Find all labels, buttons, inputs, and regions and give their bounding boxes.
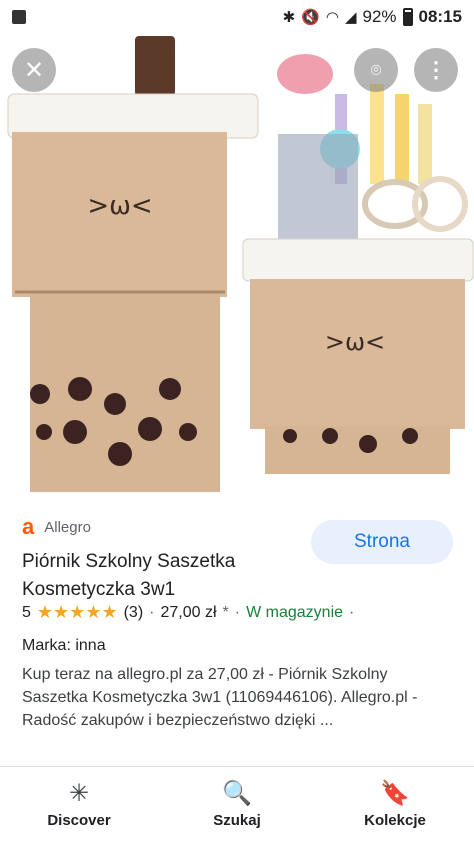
asterisk-icon: ✳ <box>68 780 90 807</box>
status-left <box>12 10 26 24</box>
product-title[interactable]: Piórnik Szkolny Saszetka Kosmetyczka 3w1 <box>22 548 302 604</box>
separator: · <box>234 603 241 621</box>
mute-icon: 🔇 <box>301 8 320 26</box>
more-vert-icon: ⋮ <box>425 57 447 82</box>
product-illustration: >ω< >ω< <box>7 36 474 492</box>
bookmark-icon: 🔖 <box>380 780 410 807</box>
price-marker: * <box>222 603 229 621</box>
left-pencil-case: >ω< <box>7 36 259 492</box>
status-bar: ✱ 🔇 ◠ ◢ 92% 08:15 <box>0 0 474 34</box>
signal-icon: ◢ <box>344 8 357 26</box>
rating-count: (3) <box>123 603 144 621</box>
lens-button[interactable]: ⌾ <box>354 48 398 92</box>
product-image[interactable]: >ω< >ω< ✕ ⌾ ⋮ <box>0 34 474 492</box>
source-row[interactable]: a Allegro <box>22 514 91 540</box>
nav-search-label: Szukaj <box>213 812 261 829</box>
allegro-logo-icon: a <box>22 514 35 539</box>
nav-discover-label: Discover <box>47 812 111 829</box>
separator: · <box>349 603 355 621</box>
svg-text:>ω<: >ω< <box>325 328 385 356</box>
nav-collections[interactable]: 🔖 Kolekcje <box>325 780 465 830</box>
description: Kup teraz na allegro.pl za 27,00 zł - Pi… <box>22 666 418 729</box>
nav-collections-label: Kolekcje <box>364 812 426 829</box>
nav-discover[interactable]: ✳ Discover <box>9 780 149 830</box>
result-card: a Allegro Strona Piórnik Szkolny Saszetk… <box>0 492 474 762</box>
bluetooth-icon: ✱ <box>282 8 296 26</box>
price: 27,00 zł <box>160 603 217 621</box>
bottom-nav: ✳ Discover 🔍 Szukaj 🔖 Kolekcje <box>0 766 474 844</box>
battery-icon <box>402 8 413 26</box>
brand-label: Marka: inna <box>22 637 106 654</box>
wifi-icon: ◠ <box>325 8 339 26</box>
rating-stars-icon: ★★★★★ <box>36 602 118 622</box>
search-icon: 🔍 <box>222 780 252 807</box>
battery-percent: 92% <box>362 7 397 26</box>
nav-search[interactable]: 🔍 Szukaj <box>167 780 307 830</box>
right-pencil-case: >ω< <box>242 54 474 474</box>
availability: W magazynie <box>246 603 344 621</box>
clock: 08:15 <box>418 7 462 26</box>
meta-row: 5 ★★★★★ (3) · 27,00 zł * · W magazynie · <box>22 602 354 623</box>
close-icon: ✕ <box>23 56 45 84</box>
status-right: ✱ 🔇 ◠ ◢ 92% 08:15 <box>283 7 462 27</box>
more-options-button[interactable]: ⋮ <box>414 48 458 92</box>
close-button[interactable]: ✕ <box>12 48 56 92</box>
lens-icon: ⌾ <box>370 59 382 80</box>
gallery-notification-icon <box>12 10 26 24</box>
visit-page-button[interactable]: Strona <box>311 520 453 564</box>
rating-value: 5 <box>22 603 31 621</box>
separator: · <box>149 603 155 621</box>
svg-text:>ω<: >ω< <box>87 191 152 221</box>
source-name: Allegro <box>44 518 91 536</box>
